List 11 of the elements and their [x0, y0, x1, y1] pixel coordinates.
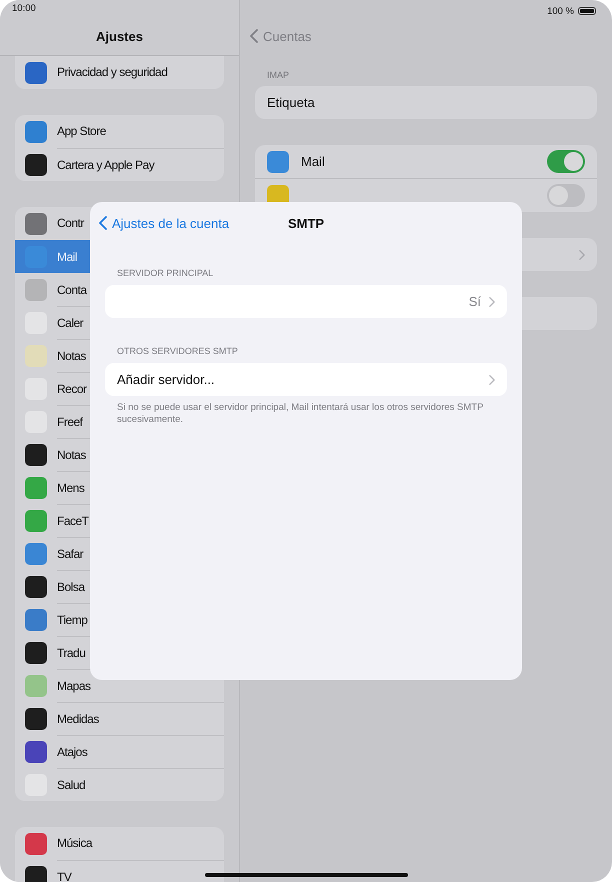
battery-percentage: 100 % [547, 6, 574, 16]
sidebar-title: Ajustes [96, 29, 143, 44]
section-header: OTROS SERVIDORES SMTP [116, 346, 239, 358]
section-header: SERVIDOR PRINCIPAL [116, 268, 214, 280]
sheet-title: SMTP [288, 216, 324, 230]
section-header: IMAP [266, 70, 290, 82]
footer-note: Si no se puede usar el servidor principal, Mail intentará usar los otros servidores SMTP sucesivamente. [116, 401, 484, 426]
row-label: Etiqueta [267, 95, 316, 110]
status-time: 10:00 [12, 3, 36, 14]
row-value: Sí [468, 294, 481, 309]
row-label: Mail [301, 154, 326, 169]
